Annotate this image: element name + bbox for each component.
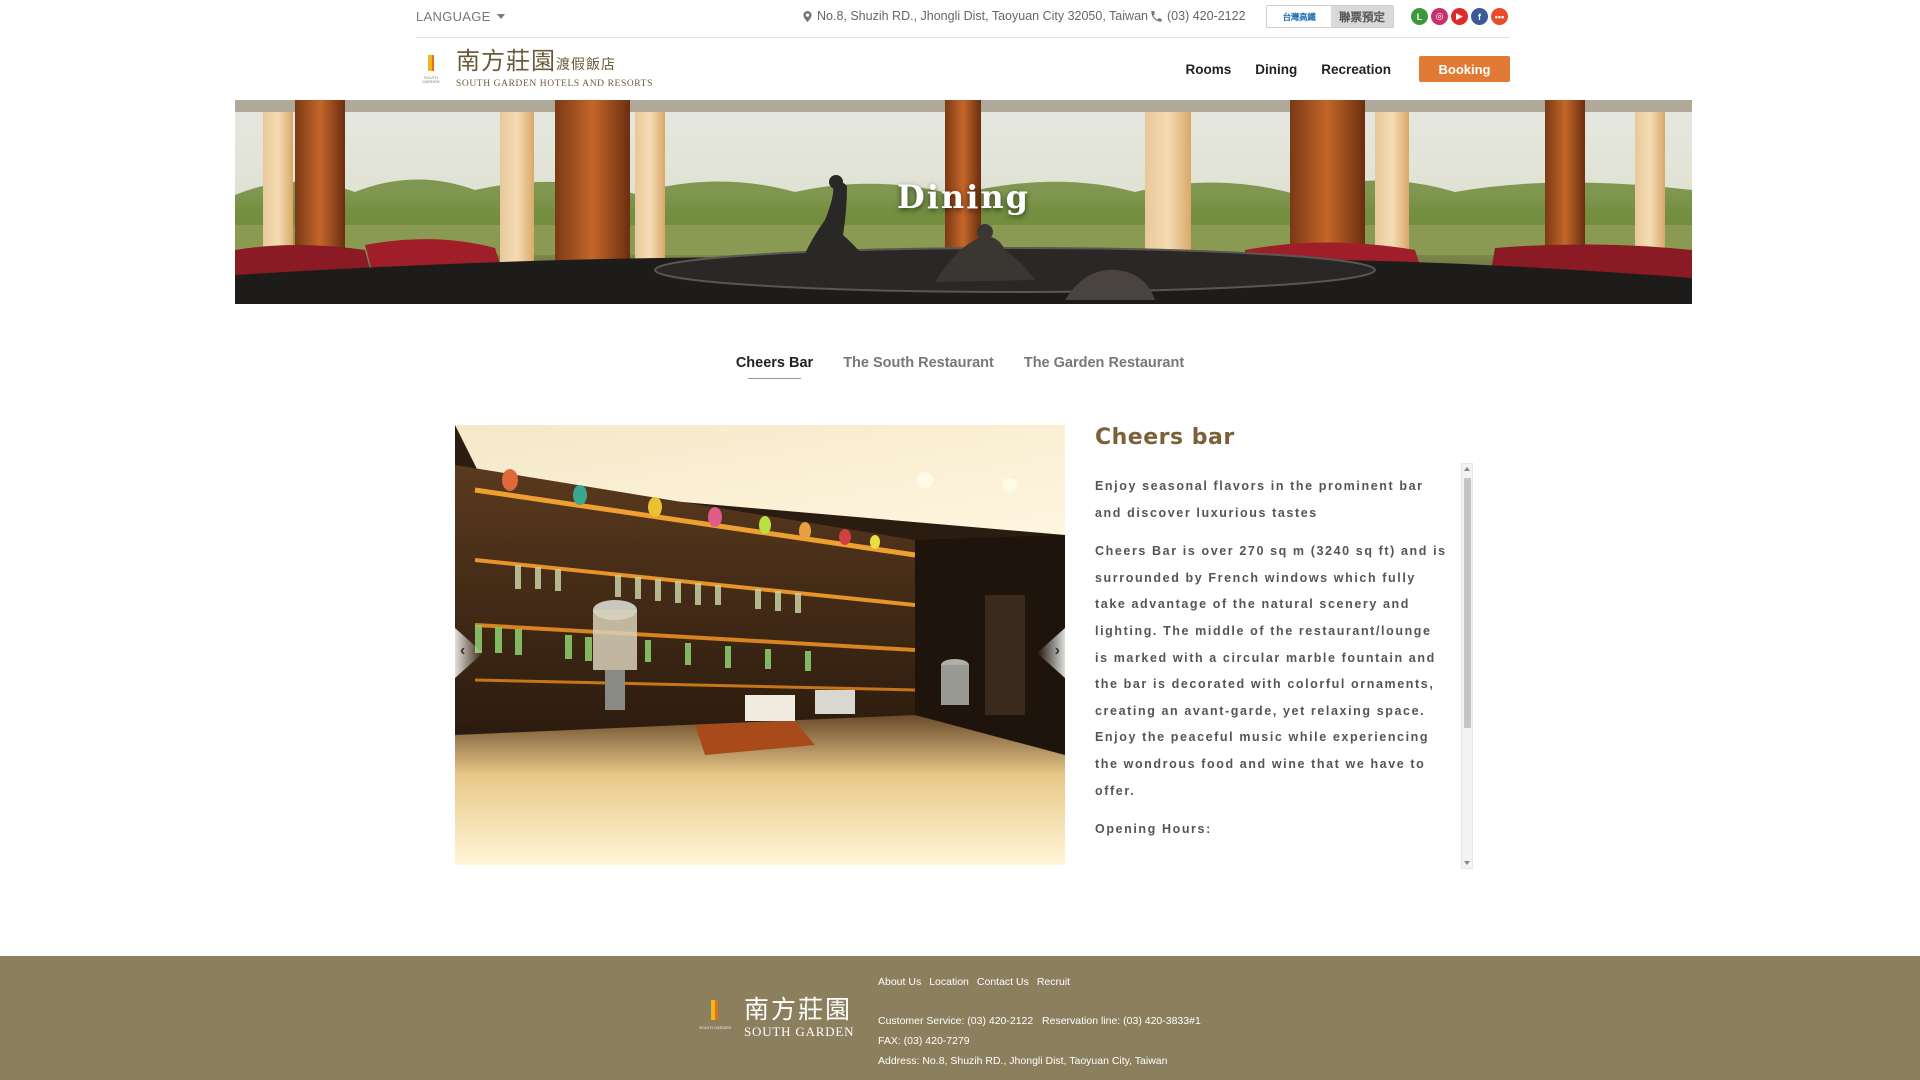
facebook-icon[interactable]: f bbox=[1471, 8, 1488, 25]
description-scrollbar[interactable] bbox=[1461, 463, 1473, 869]
restaurant-tabs: Cheers Bar The South Restaurant The Gard… bbox=[0, 355, 1920, 379]
customer-service-text: Customer Service: (03) 420-2122 bbox=[878, 1015, 1034, 1027]
top-bar: LANGUAGE No.8, Shuzih RD., Jhongli Dist,… bbox=[0, 0, 1920, 38]
tab-the-garden-restaurant[interactable]: The Garden Restaurant bbox=[1024, 355, 1184, 379]
site-logo[interactable]: SOUTH GARDEN 南方莊園渡假飯店 SOUTH GARDEN HOTEL… bbox=[416, 48, 653, 89]
social-links: L ◎ ▶ f ••• bbox=[1411, 8, 1508, 25]
fax-text: FAX: (03) 420-7279 bbox=[878, 1035, 970, 1047]
line-icon[interactable]: L bbox=[1411, 8, 1428, 25]
phone-text: (03) 420-2122 bbox=[1167, 9, 1246, 23]
scroll-down-icon[interactable] bbox=[1464, 861, 1470, 865]
restaurant-photo-carousel: ‹ › bbox=[455, 425, 1065, 865]
footer-link-location[interactable]: Location bbox=[929, 976, 969, 988]
youtube-icon[interactable]: ▶ bbox=[1451, 8, 1468, 25]
nav-link-dining[interactable]: Dining bbox=[1243, 62, 1309, 77]
scrollbar-thumb[interactable] bbox=[1464, 478, 1471, 728]
hsr-combo-booking-button[interactable]: 台灣高鐵 聯票預定 bbox=[1266, 5, 1394, 28]
location-pin-icon bbox=[803, 10, 812, 22]
logo-chinese-name: 南方莊園渡假飯店 bbox=[456, 47, 616, 75]
language-selector[interactable]: LANGUAGE bbox=[416, 9, 505, 24]
restaurant-description-scroll[interactable]: Enjoy seasonal flavors in the prominent … bbox=[1095, 463, 1473, 869]
dining-hero-banner: Dining bbox=[235, 100, 1692, 304]
logo-english-name: SOUTH GARDEN HOTELS AND RESORTS bbox=[456, 79, 653, 89]
combo-booking-label: 聯票預定 bbox=[1331, 6, 1393, 27]
opening-hours-heading: Opening Hours: bbox=[1095, 822, 1212, 837]
site-footer: SOUTH GARDEN 南方莊園 SOUTH GARDEN About Us … bbox=[0, 956, 1920, 1080]
booking-button[interactable]: Booking bbox=[1419, 56, 1510, 82]
phone-info[interactable]: (03) 420-2122 bbox=[1151, 9, 1246, 23]
footer-link-recruit[interactable]: Recruit bbox=[1037, 976, 1070, 988]
footer-address-text: Address: No.8, Shuzih RD., Jhongli Dist,… bbox=[878, 1055, 1168, 1067]
address-text: No.8, Shuzih RD., Jhongli Dist, Taoyuan … bbox=[817, 9, 1148, 23]
nav-menu: Rooms Dining Recreation Booking bbox=[1173, 56, 1510, 82]
nav-link-recreation[interactable]: Recreation bbox=[1309, 62, 1403, 77]
chevron-left-icon: ‹ bbox=[460, 642, 466, 659]
bar-photo bbox=[455, 425, 1065, 865]
address-info: No.8, Shuzih RD., Jhongli Dist, Taoyuan … bbox=[803, 9, 1148, 23]
main-nav: SOUTH GARDEN 南方莊園渡假飯店 SOUTH GARDEN HOTEL… bbox=[416, 44, 1510, 96]
footer-link-about-us[interactable]: About Us bbox=[878, 976, 921, 988]
nav-link-rooms[interactable]: Rooms bbox=[1173, 62, 1243, 77]
restaurant-description: Enjoy seasonal flavors in the prominent … bbox=[1095, 463, 1447, 855]
chevron-right-icon: › bbox=[1054, 642, 1060, 659]
tab-cheers-bar[interactable]: Cheers Bar bbox=[736, 355, 813, 379]
hsr-logo: 台灣高鐵 bbox=[1282, 11, 1316, 22]
footer-logo-chinese: 南方莊園 bbox=[744, 995, 853, 1024]
footer-logo-english: SOUTH GARDEN bbox=[744, 1024, 855, 1039]
chevron-down-icon bbox=[496, 14, 505, 19]
more-icon[interactable]: ••• bbox=[1491, 8, 1508, 25]
phone-icon bbox=[1151, 10, 1162, 22]
reservation-line-text: Reservation line: (03) 420-3833#1 bbox=[1042, 1015, 1201, 1027]
instagram-icon[interactable]: ◎ bbox=[1431, 8, 1448, 25]
banner-title: Dining bbox=[897, 178, 1030, 216]
footer-logo[interactable]: SOUTH GARDEN 南方莊園 SOUTH GARDEN bbox=[698, 996, 854, 1040]
language-label: LANGUAGE bbox=[416, 9, 491, 24]
footer-contact-info: Customer Service: (03) 420-2122 Reservat… bbox=[878, 1011, 1201, 1071]
restaurant-info-panel: Cheers bar Enjoy seasonal flavors in the… bbox=[1095, 425, 1473, 869]
description-paragraph: Enjoy seasonal flavors in the prominent … bbox=[1095, 479, 1424, 520]
logo-mark-icon: SOUTH GARDEN bbox=[416, 49, 446, 89]
footer-logo-mark-icon: SOUTH GARDEN bbox=[698, 996, 732, 1040]
scroll-up-icon[interactable] bbox=[1464, 467, 1470, 471]
restaurant-title: Cheers bar bbox=[1095, 425, 1235, 450]
footer-link-contact-us[interactable]: Contact Us bbox=[977, 976, 1029, 988]
footer-links: About Us Location Contact Us Recruit bbox=[878, 976, 1070, 988]
tab-the-south-restaurant[interactable]: The South Restaurant bbox=[843, 355, 994, 379]
description-paragraph: Cheers Bar is over 270 sq m (3240 sq ft)… bbox=[1095, 544, 1447, 798]
